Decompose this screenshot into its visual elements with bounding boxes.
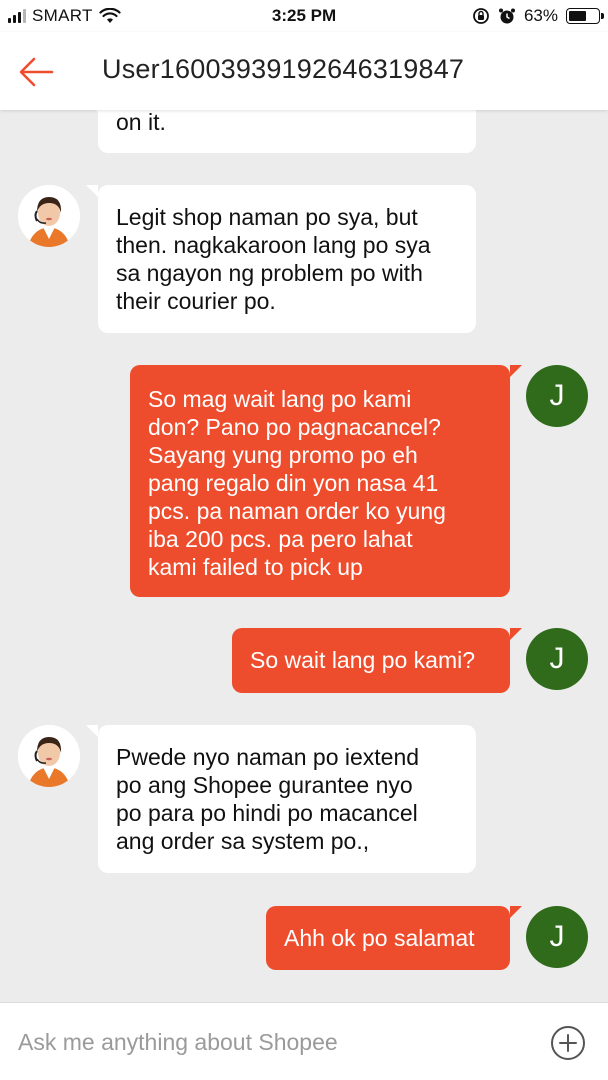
message-bubble-agent: Pwede nyo naman po iextend po ang Shopee…: [86, 725, 476, 873]
agent-avatar-icon: [18, 725, 80, 787]
chat-messages[interactable]: on it. Legit shop naman po sya, but then…: [0, 110, 608, 1002]
message-line: pang regalo din yon nasa 41: [148, 470, 439, 496]
message-bubble-user: So mag wait lang po kami don? Pano po pa…: [130, 365, 522, 597]
user-avatar: J: [526, 365, 588, 427]
plus-circle-icon[interactable]: [550, 1025, 586, 1061]
message-bubble-user: So wait lang po kami?: [232, 628, 522, 693]
battery-tip: [601, 13, 604, 19]
message-line: Ahh ok po salamat: [284, 925, 475, 951]
message-bubble-agent: on it.: [86, 110, 476, 153]
message-line: ang order sa system po.,: [116, 828, 370, 854]
chat-header: User16003939192646319847: [0, 32, 608, 110]
message-line: pcs. pa naman order ko yung: [148, 498, 446, 524]
message-line: their courier po.: [116, 288, 276, 314]
message-line: iba 200 pcs. pa pero lahat: [148, 526, 413, 552]
message-line: po ang Shopee gurantee nyo: [116, 772, 413, 798]
agent-avatar: [18, 725, 80, 787]
message-line: kami failed to pick up: [148, 554, 363, 580]
message-line: then. nagkakaroon lang po sya: [116, 232, 431, 258]
message-bubble-agent: Legit shop naman po sya, but then. nagka…: [86, 185, 476, 333]
message-line: So wait lang po kami?: [250, 647, 476, 673]
agent-avatar-icon: [18, 185, 80, 247]
status-right: 63%: [472, 6, 604, 26]
user-avatar: J: [526, 906, 588, 968]
message-line: sa ngayon ng problem po with: [116, 260, 423, 286]
agent-avatar: [18, 185, 80, 247]
alarm-icon: [498, 8, 515, 24]
orientation-lock-icon: [473, 8, 489, 24]
message-bubble-user: Ahh ok po salamat: [266, 906, 522, 970]
message-line: So mag wait lang po kami: [148, 386, 412, 412]
page-title: User16003939192646319847: [102, 54, 465, 84]
battery-fill: [569, 11, 586, 21]
message-line: Legit shop naman po sya, but: [116, 204, 418, 230]
user-avatar: J: [526, 628, 588, 690]
back-arrow-icon[interactable]: [16, 52, 56, 92]
message-line: Sayang yung promo po eh: [148, 442, 418, 468]
message-line: don? Pano po pagnacancel?: [148, 414, 441, 440]
battery-icon: [566, 8, 604, 24]
message-line: po para po hindi po macancel: [116, 800, 418, 826]
battery-percent: 63%: [523, 6, 558, 25]
message-line: on it.: [116, 110, 166, 135]
message-input-bar: [0, 1002, 608, 1080]
status-bar: SMART 3:25 PM 63%: [0, 0, 608, 32]
message-line: Pwede nyo naman po iextend: [116, 744, 420, 770]
message-input[interactable]: [18, 1023, 518, 1061]
